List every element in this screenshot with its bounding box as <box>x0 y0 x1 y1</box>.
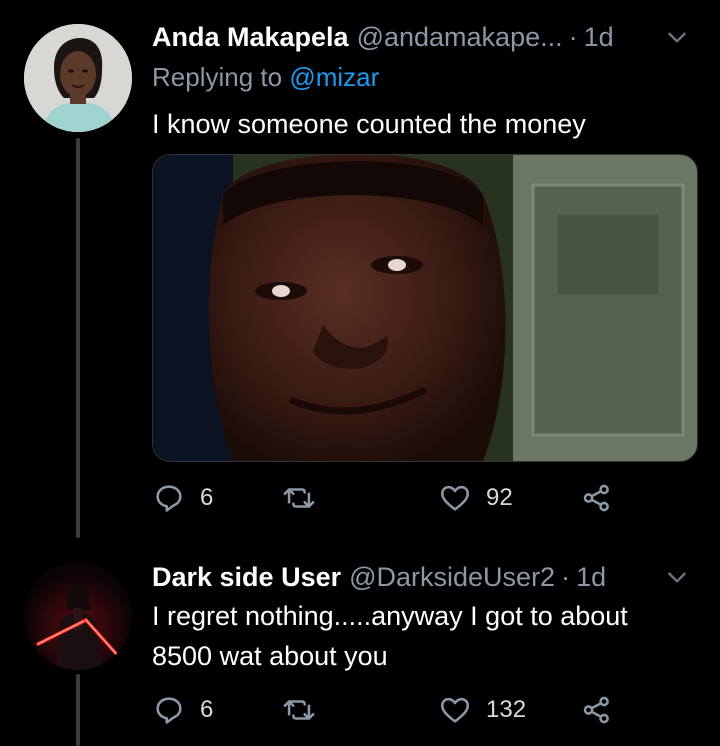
share-button[interactable] <box>580 478 614 518</box>
tweet-text: I know someone counted the money <box>152 109 586 139</box>
share-button[interactable] <box>580 690 614 730</box>
thread-line <box>76 138 80 538</box>
retweet-button[interactable] <box>282 690 330 730</box>
reply-count: 6 <box>200 484 214 511</box>
avatar[interactable] <box>24 24 132 132</box>
display-name[interactable]: Anda Makapela <box>152 22 349 53</box>
thread-line <box>76 674 80 746</box>
chevron-down-icon[interactable] <box>664 564 690 590</box>
reply-count: 6 <box>200 696 214 723</box>
handle[interactable]: @DarksideUser2 <box>349 562 555 593</box>
retweet-button[interactable] <box>282 478 330 518</box>
like-count: 92 <box>486 484 513 511</box>
reply-button[interactable]: 6 <box>152 690 213 730</box>
like-count: 132 <box>486 696 527 723</box>
replying-to: Replying to @mizar <box>152 62 379 93</box>
separator-dot: · <box>561 561 571 592</box>
chevron-down-icon[interactable] <box>664 24 690 50</box>
reply-button[interactable]: 6 <box>152 478 213 518</box>
separator-dot: · <box>568 21 578 52</box>
timestamp[interactable]: 1d <box>584 22 614 53</box>
profile-photo <box>24 562 132 670</box>
retweet-icon <box>283 488 315 508</box>
share-icon <box>583 484 609 512</box>
avatar[interactable] <box>24 562 132 670</box>
replying-label: Replying to <box>152 62 283 92</box>
heart-icon <box>440 697 470 723</box>
reply-icon <box>156 697 182 724</box>
tweet-actions: 6 92 <box>152 478 642 518</box>
retweet-icon <box>283 700 315 720</box>
like-button[interactable]: 132 <box>438 690 526 730</box>
tweet-text: I regret nothing.....anyway I got to abo… <box>152 601 628 671</box>
display-name[interactable]: Dark side User <box>152 562 341 593</box>
handle[interactable]: @andamakape... <box>357 22 563 53</box>
heart-icon <box>440 485 470 511</box>
tweet-actions: 6 132 <box>152 690 642 730</box>
tweet-header: Dark side User @DarksideUser2 · 1d <box>152 560 690 594</box>
mention-link[interactable]: @mizar <box>289 62 379 92</box>
share-icon <box>583 696 609 724</box>
tweet[interactable]: Anda Makapela @andamakape... · 1d Replyi… <box>0 0 720 540</box>
like-button[interactable]: 92 <box>438 478 513 518</box>
reply-icon <box>156 485 182 512</box>
tweet-header: Anda Makapela @andamakape... · 1d <box>152 20 690 54</box>
timestamp[interactable]: 1d <box>576 562 606 593</box>
tweet-image[interactable] <box>152 154 698 462</box>
profile-photo <box>24 24 132 132</box>
tweet[interactable]: Dark side User @DarksideUser2 · 1d I reg… <box>0 540 720 746</box>
meme-photo <box>153 155 697 461</box>
